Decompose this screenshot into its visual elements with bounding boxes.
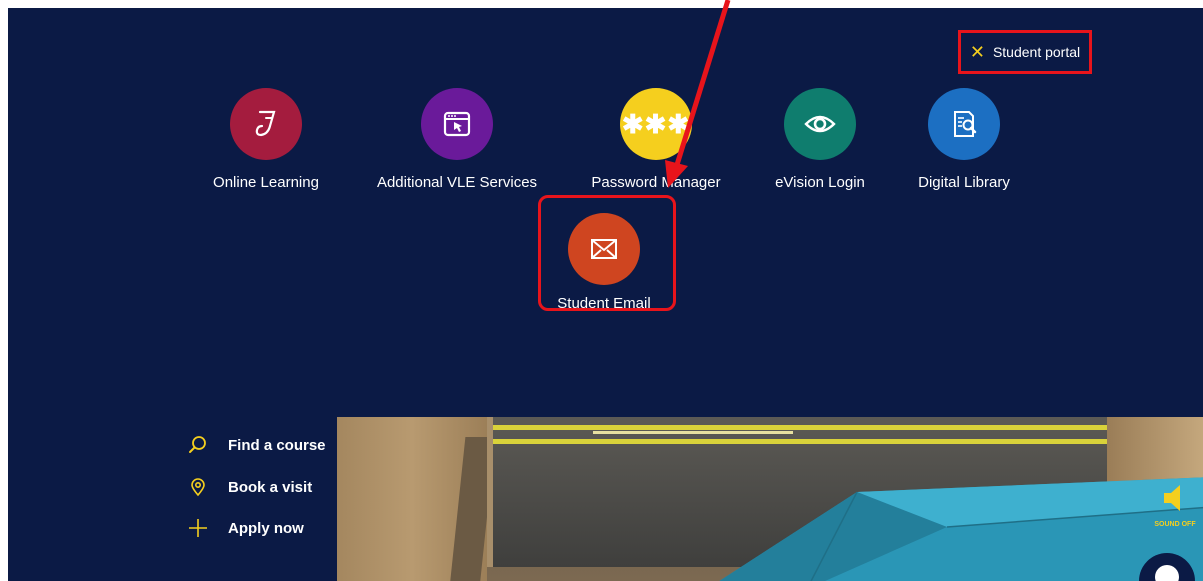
quick-link-find-a-course[interactable]: Find a course [188,435,326,455]
tile-digital-library[interactable]: Digital Library [879,88,1049,191]
tile-additional-vle-services-circle [421,88,493,160]
tile-online-learning-label: Online Learning [213,174,319,191]
student-portal-overlay: ✕ Student portal Online Learning Additio… [8,8,1203,581]
quick-link-find-a-course-label: Find a course [228,436,326,454]
tile-student-email[interactable]: Student Email [519,213,689,312]
chat-bubble-icon [1155,565,1179,581]
pen-document-icon [255,110,276,137]
student-portal-close-button[interactable]: ✕ Student portal [958,30,1092,74]
tile-evision-login-circle [784,88,856,160]
speaker-icon [1164,485,1180,511]
tile-password-manager-circle: ✱✱✱ [620,88,692,160]
tile-online-learning[interactable]: Online Learning [181,88,351,191]
student-portal-close-label: Student portal [992,44,1081,60]
eye-icon [804,115,836,133]
sound-toggle-button[interactable]: SOUND OFF [1150,482,1200,528]
tile-additional-vle-services[interactable]: Additional VLE Services [372,88,542,191]
envelope-icon [591,239,617,259]
tile-online-learning-circle [230,88,302,160]
hero-blue-roof-shape [719,477,1203,581]
tile-password-manager-label: Password Manager [591,174,721,191]
document-search-icon [954,111,977,137]
tile-additional-vle-services-label: Additional VLE Services [376,174,538,191]
quick-link-book-a-visit-label: Book a visit [228,478,313,496]
tile-evision-login-label: eVision Login [775,174,865,191]
close-icon: ✕ [969,42,985,62]
tile-student-email-circle [568,213,640,285]
browser-cursor-icon [443,111,471,137]
quick-link-apply-now[interactable]: Apply now [188,518,304,538]
sound-toggle-label: SOUND OFF [1154,521,1196,528]
plus-icon [189,519,207,537]
search-icon [189,436,206,453]
asterisks-icon: ✱✱✱ [621,108,691,139]
tile-student-email-label: Student Email [557,295,651,312]
tile-digital-library-circle [928,88,1000,160]
location-pin-icon [191,478,205,497]
tile-password-manager[interactable]: ✱✱✱ Password Manager [571,88,741,191]
quick-link-apply-now-label: Apply now [228,519,304,537]
hero-image [337,417,1203,581]
tile-digital-library-label: Digital Library [918,174,1010,191]
quick-link-book-a-visit[interactable]: Book a visit [188,477,312,497]
